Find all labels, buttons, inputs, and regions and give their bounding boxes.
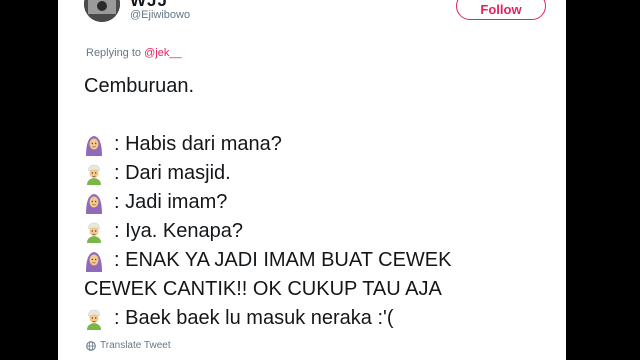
tweet-title-line: Cemburuan.	[84, 72, 554, 101]
man-turban-icon	[84, 163, 104, 185]
tweet-title: Cemburuan.	[84, 75, 195, 97]
dialogue-text: : Habis dari mana?	[114, 133, 282, 155]
dialogue-line-continued: CEWEK CANTIK!! OK CUKUP TAU AJA	[84, 275, 554, 304]
dialogue-text: : Baek baek lu masuk neraka :'(	[114, 307, 394, 329]
tweet-card: WJJ @Ejiwibowo Follow Replying to @jek__…	[58, 0, 566, 360]
follow-button[interactable]: Follow	[456, 0, 546, 20]
dialogue-text: : Dari masjid.	[114, 162, 231, 184]
man-turban-icon	[84, 308, 104, 330]
tweet-header: WJJ @Ejiwibowo Follow	[58, 0, 566, 28]
replying-to: Replying to @jek__	[86, 47, 182, 59]
user-avatar[interactable]	[84, 0, 120, 22]
man-turban-icon	[84, 221, 104, 243]
woman-headscarf-icon	[84, 134, 104, 156]
dialogue-line: : Jadi imam?	[84, 188, 554, 217]
dialogue-line: : Habis dari mana?	[84, 130, 554, 159]
woman-headscarf-icon	[84, 250, 104, 272]
translate-label[interactable]: Translate Tweet	[100, 340, 171, 351]
dialogue-line: : Dari masjid.	[84, 159, 554, 188]
dialogue-text: CEWEK CANTIK!! OK CUKUP TAU AJA	[84, 278, 442, 300]
translate-tweet-link[interactable]: Translate Tweet	[86, 340, 171, 351]
dialogue-text: : ENAK YA JADI IMAM BUAT CEWEK	[114, 249, 452, 271]
user-handle[interactable]: @Ejiwibowo	[130, 9, 190, 21]
dialogue-text: : Jadi imam?	[114, 191, 228, 213]
reply-mention-link[interactable]: @jek__	[144, 47, 181, 59]
replying-prefix: Replying to	[86, 47, 142, 59]
dialogue-line: : Baek baek lu masuk neraka :'(	[84, 304, 554, 333]
dialogue-line: : Iya. Kenapa?	[84, 217, 554, 246]
globe-icon	[86, 340, 96, 351]
dialogue-line: : ENAK YA JADI IMAM BUAT CEWEK	[84, 246, 554, 275]
dialogue-text: : Iya. Kenapa?	[114, 220, 243, 242]
tweet-text: Cemburuan. : Habis dari mana?: Dari mas…	[84, 72, 554, 333]
woman-headscarf-icon	[84, 192, 104, 214]
